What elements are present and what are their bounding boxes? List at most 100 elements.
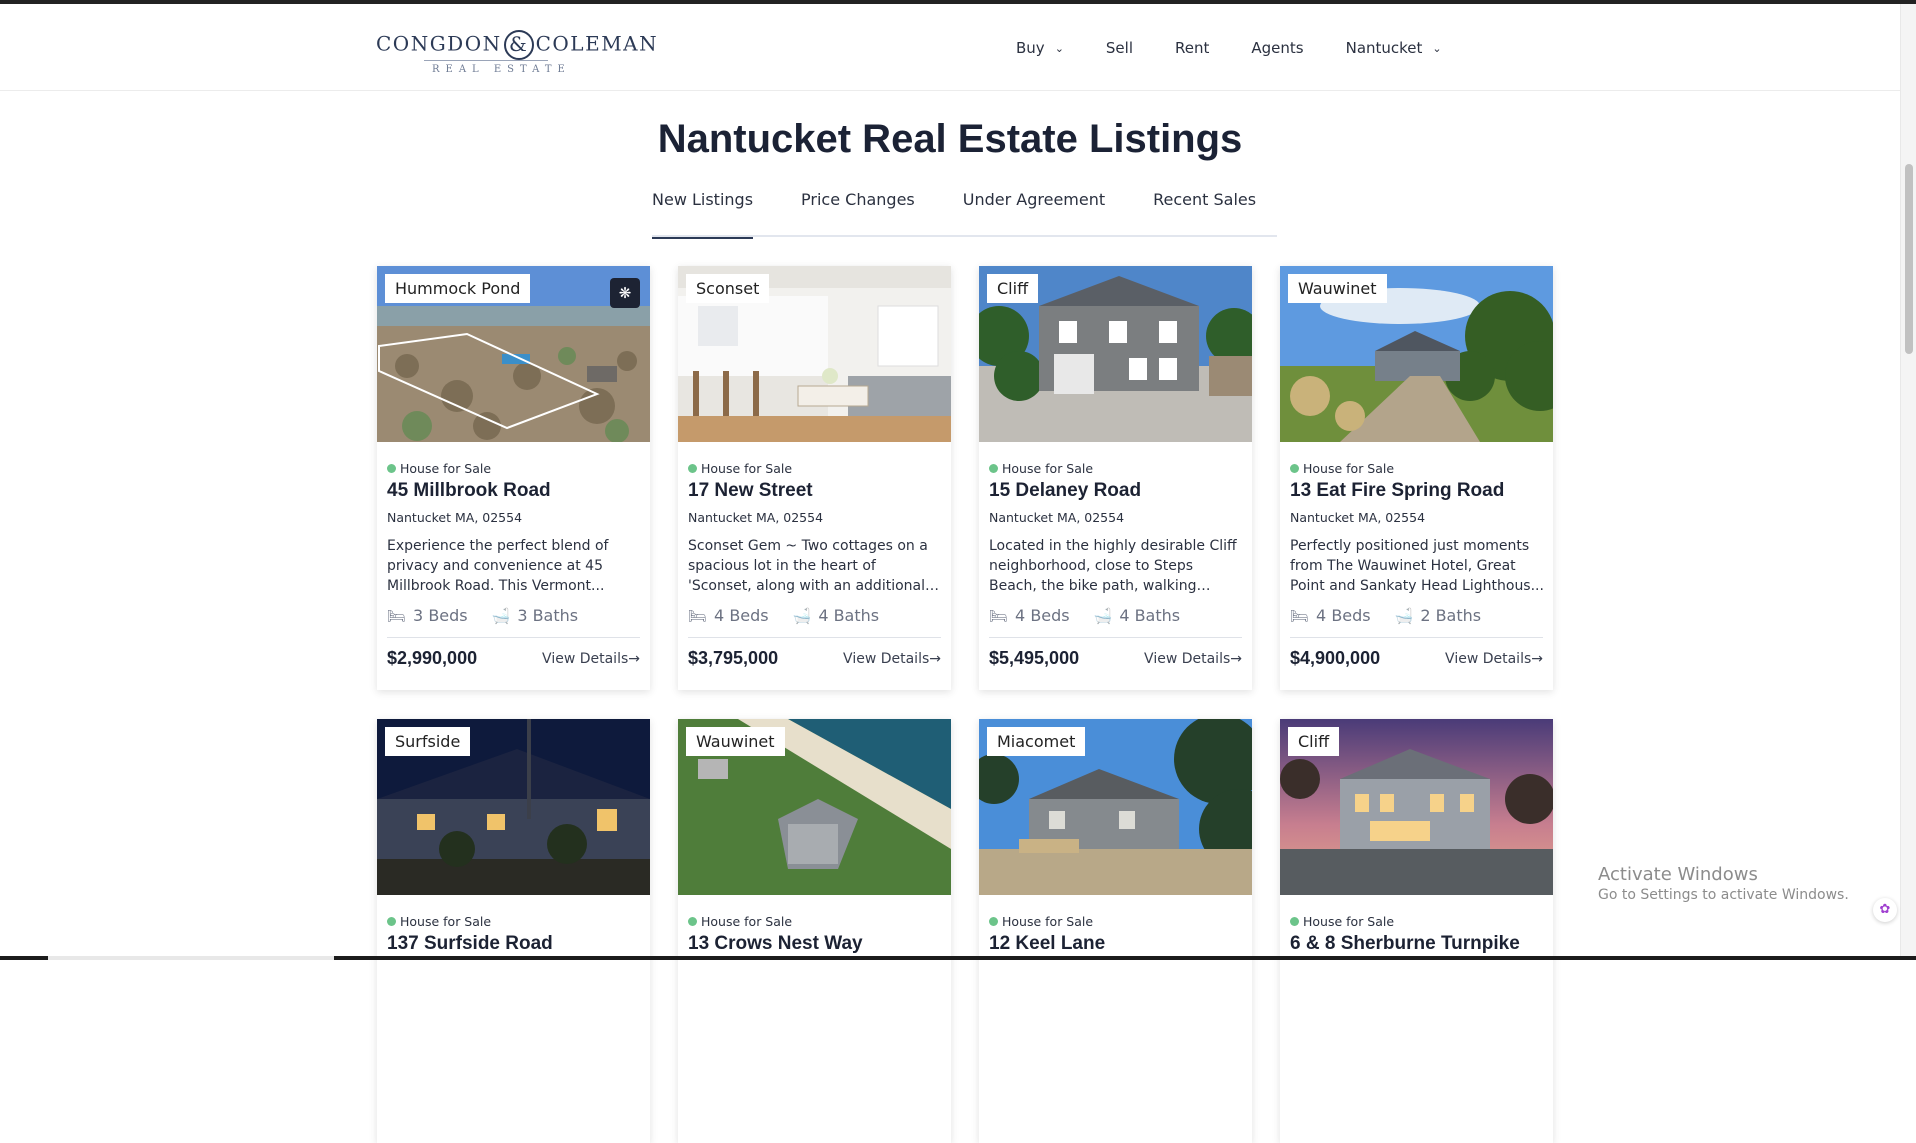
virtual-tour-icon[interactable]: ❋ (610, 278, 640, 308)
tab-recent-sales[interactable]: Recent Sales (1153, 190, 1256, 237)
listing-card[interactable]: Sconset House for Sale 17 New Street Nan… (678, 266, 951, 690)
area-tag: Surfside (385, 727, 471, 756)
listing-price: $2,990,000 (387, 648, 478, 668)
status-badge: House for Sale (387, 461, 491, 476)
status-badge: House for Sale (989, 914, 1093, 929)
listing-address[interactable]: 13 Eat Fire Spring Road (1290, 480, 1504, 502)
nav-sell[interactable]: Sell (1106, 39, 1133, 57)
area-tag: Cliff (987, 274, 1039, 303)
view-details-link[interactable]: View Details→ (542, 651, 640, 667)
tab-under-agreement[interactable]: Under Agreement (963, 190, 1105, 237)
logo-rule (424, 60, 548, 61)
listing-photo[interactable]: Wauwinet (1280, 266, 1553, 442)
windows-activation-watermark: Activate Windows Go to Settings to activ… (1598, 864, 1849, 903)
status-badge: House for Sale (688, 461, 792, 476)
view-details-link[interactable]: View Details→ (1144, 651, 1242, 667)
scrollbar-thumb[interactable] (1905, 164, 1913, 354)
status-badge: House for Sale (989, 461, 1093, 476)
area-tag: Sconset (686, 274, 770, 303)
arrow-right-icon: → (628, 651, 640, 667)
status-dot-icon (688, 464, 697, 473)
logo-ampersand-icon: & (503, 30, 534, 60)
listing-photo[interactable]: Miacomet (979, 719, 1252, 895)
listing-card[interactable]: Wauwinet House for Sale 13 Eat Fire Spri… (1280, 266, 1553, 690)
listing-card[interactable]: Miacomet House for Sale 12 Keel Lane (979, 719, 1252, 1143)
listing-card[interactable]: Wauwinet House for Sale 13 Crows Nest Wa… (678, 719, 951, 1143)
view-details-link[interactable]: View Details→ (1445, 651, 1543, 667)
area-tag: Hummock Pond (385, 274, 531, 303)
bed-icon: 🛏 (688, 606, 708, 625)
listing-city: Nantucket MA, 02554 (387, 510, 523, 525)
nav-nantucket[interactable]: Nantucket ⌄ (1346, 39, 1442, 57)
listing-photo[interactable]: Sconset (678, 266, 951, 442)
tab-new-listings[interactable]: New Listings (652, 190, 754, 239)
status-dot-icon (989, 917, 998, 926)
main-nav: Buy ⌄ Sell Rent Agents Nantucket ⌄ (1016, 39, 1484, 57)
bath-icon: 🛁 (1093, 606, 1113, 625)
listing-address[interactable]: 6 & 8 Sherburne Turnpike (1290, 933, 1520, 955)
status-dot-icon (387, 917, 396, 926)
listing-address[interactable]: 137 Surfside Road (387, 933, 553, 955)
nav-agents[interactable]: Agents (1251, 39, 1303, 57)
listing-photo[interactable]: Hummock Pond ❋ (377, 266, 650, 442)
listing-description: Experience the perfect blend of privacy … (387, 538, 609, 594)
nav-rent[interactable]: Rent (1175, 39, 1209, 57)
listing-city: Nantucket MA, 02554 (989, 510, 1125, 525)
listing-description: Located in the highly desirable Cliff ne… (989, 538, 1237, 594)
listing-address[interactable]: 13 Crows Nest Way (688, 933, 863, 955)
listing-address[interactable]: 45 Millbrook Road (387, 480, 551, 502)
nav-buy[interactable]: Buy ⌄ (1016, 39, 1064, 57)
card-divider (1290, 637, 1543, 638)
card-divider (989, 637, 1242, 638)
listing-photo[interactable]: Wauwinet (678, 719, 951, 895)
listing-card[interactable]: Cliff House for Sale 6 & 8 Sherburne Tur… (1280, 719, 1553, 1143)
page-title: Nantucket Real Estate Listings (657, 117, 1243, 161)
listing-specs: 🛏 4 Beds 🛁 2 Baths (1290, 606, 1482, 625)
listing-card[interactable]: Surfside House for Sale 137 Surfside Roa… (377, 719, 650, 1143)
bed-icon: 🛏 (989, 606, 1009, 625)
site-header: CONGDON & COLEMAN REAL ESTATE Buy ⌄ Sell Re… (0, 4, 1900, 91)
listing-photo[interactable]: Surfside (377, 719, 650, 895)
status-dot-icon (387, 464, 396, 473)
bath-icon: 🛁 (491, 606, 511, 625)
chevron-down-icon: ⌄ (1432, 41, 1442, 55)
taskbar-edge (0, 956, 1916, 960)
brain-extension-icon[interactable]: ✿ (1873, 898, 1897, 922)
card-divider (387, 637, 640, 638)
status-badge: House for Sale (387, 914, 491, 929)
listing-card[interactable]: Cliff House for Sale 15 Delaney Road Nan… (979, 266, 1252, 690)
view-details-link[interactable]: View Details→ (843, 651, 941, 667)
listing-city: Nantucket MA, 02554 (1290, 510, 1426, 525)
bed-icon: 🛏 (1290, 606, 1310, 625)
site-logo[interactable]: CONGDON & COLEMAN REAL ESTATE (376, 22, 657, 78)
status-badge: House for Sale (1290, 914, 1394, 929)
listing-address[interactable]: 12 Keel Lane (989, 933, 1105, 955)
status-badge: House for Sale (688, 914, 792, 929)
listing-specs: 🛏 4 Beds 🛁 4 Baths (989, 606, 1181, 625)
status-dot-icon (688, 917, 697, 926)
listing-price: $5,495,000 (989, 648, 1080, 668)
listing-description: Perfectly positioned just moments from T… (1290, 538, 1544, 594)
status-dot-icon (989, 464, 998, 473)
area-tag: Cliff (1288, 727, 1340, 756)
listing-price: $3,795,000 (688, 648, 779, 668)
listing-card[interactable]: Hummock Pond ❋ House for Sale 45 Millbro… (377, 266, 650, 690)
listing-address[interactable]: 17 New Street (688, 480, 813, 502)
listing-specs: 🛏 4 Beds 🛁 4 Baths (688, 606, 880, 625)
arrow-right-icon: → (1230, 651, 1242, 667)
logo-subtitle: REAL ESTATE (432, 64, 571, 75)
listing-city: Nantucket MA, 02554 (688, 510, 824, 525)
tab-price-changes[interactable]: Price Changes (801, 190, 915, 237)
listing-photo[interactable]: Cliff (1280, 719, 1553, 895)
listing-price: $4,900,000 (1290, 648, 1381, 668)
status-dot-icon (1290, 464, 1299, 473)
listing-photo[interactable]: Cliff (979, 266, 1252, 442)
arrow-right-icon: → (929, 651, 941, 667)
page-scrollbar[interactable] (1900, 4, 1916, 960)
status-dot-icon (1290, 917, 1299, 926)
listing-tabs: New Listings Price Changes Under Agreeme… (652, 190, 1277, 239)
arrow-right-icon: → (1531, 651, 1543, 667)
area-tag: Miacomet (987, 727, 1086, 756)
listing-address[interactable]: 15 Delaney Road (989, 480, 1141, 502)
bath-icon: 🛁 (1394, 606, 1414, 625)
